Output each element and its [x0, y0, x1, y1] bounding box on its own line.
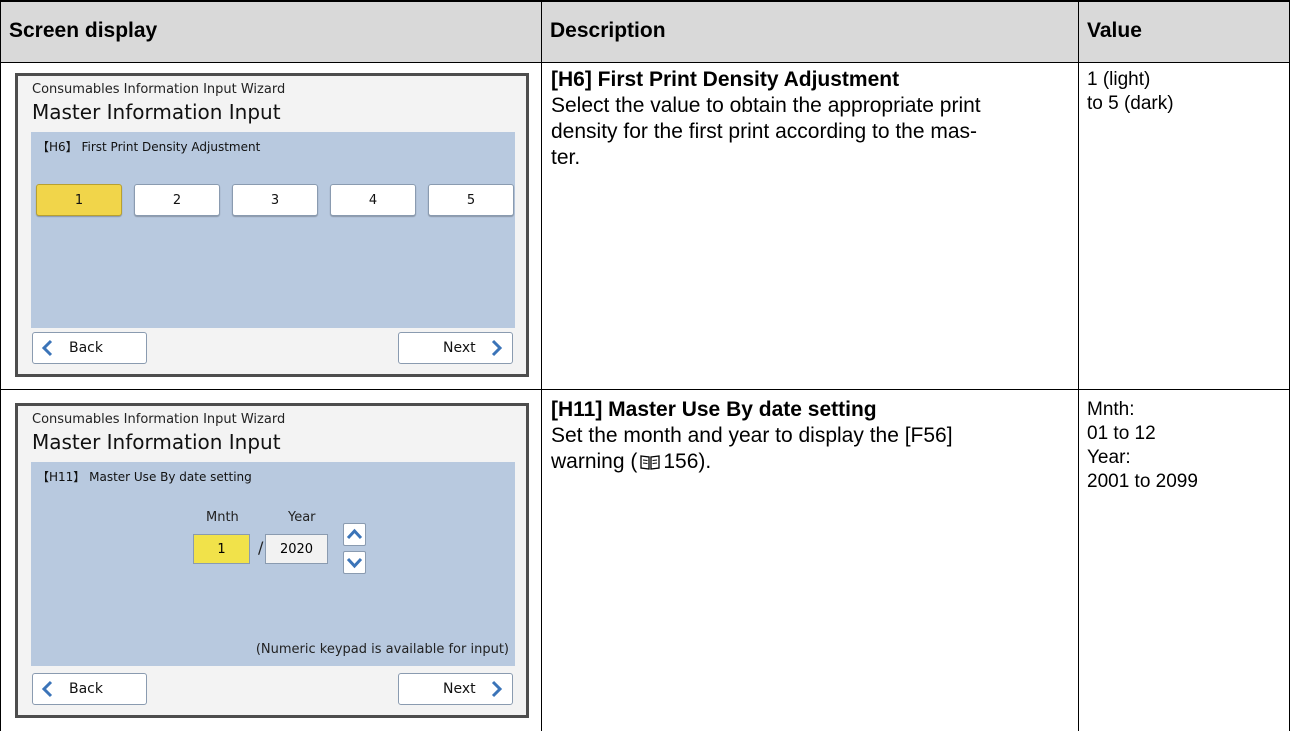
description-segment: 156). [663, 450, 712, 473]
density-option-3[interactable]: 3 [232, 184, 318, 216]
description-line-2: warning ( 156). [551, 449, 953, 475]
date-separator: / [258, 538, 264, 557]
chevron-left-icon [41, 339, 53, 357]
next-label: Next [443, 681, 476, 697]
col-divider [541, 0, 542, 731]
description-title: [H6] First Print Density Adjustment [551, 68, 900, 91]
wizard-label: Consumables Information Input Wizard [32, 412, 286, 427]
description-body: Set the month and year to display the [F… [551, 423, 953, 475]
description-line: Select the value to obtain the appropria… [551, 94, 981, 117]
col-divider [0, 0, 1, 731]
col-divider [1078, 0, 1079, 731]
keypad-note: (Numeric keypad is available for input) [255, 642, 509, 657]
settings-table: Screen display Description Value Consuma… [0, 0, 1290, 731]
density-option-4[interactable]: 4 [330, 184, 416, 216]
chevron-up-icon [346, 528, 363, 540]
density-option-1[interactable]: 1 [36, 184, 122, 216]
increment-button[interactable] [343, 523, 366, 546]
description-body: Select the value to obtain the appropria… [551, 93, 981, 171]
chevron-down-icon [346, 557, 363, 569]
header-value: Value [1087, 19, 1142, 42]
setting-label: 【H6】 First Print Density Adjustment [37, 140, 261, 154]
value-range: Mnth: 01 to 12 Year: 2001 to 2099 [1087, 399, 1198, 492]
screen-h11: Consumables Information Input Wizard Mas… [15, 403, 529, 718]
book-reference-icon [640, 455, 661, 470]
density-option-5[interactable]: 5 [428, 184, 514, 216]
screen-title: Master Information Input [32, 430, 281, 454]
header-screen-display: Screen display [9, 19, 158, 42]
next-label: Next [443, 340, 476, 356]
back-button[interactable]: Back [32, 332, 147, 364]
decrement-button[interactable] [343, 551, 366, 574]
header-description: Description [550, 19, 666, 42]
settings-panel: 【H6】 First Print Density Adjustment 1 2 … [31, 132, 515, 328]
screen-h6: Consumables Information Input Wizard Mas… [15, 73, 529, 377]
description-line: Set the month and year to display the [F… [551, 424, 953, 447]
next-button[interactable]: Next [398, 673, 513, 705]
back-button[interactable]: Back [32, 673, 147, 705]
settings-panel: 【H11】 Master Use By date setting Mnth Ye… [31, 462, 515, 666]
back-label: Back [69, 681, 103, 697]
description-line: density for the first print according to… [551, 120, 978, 143]
chevron-right-icon [491, 339, 503, 357]
year-label: Year [288, 510, 316, 525]
row-divider [0, 389, 1290, 390]
value-range: 1 (light) to 5 (dark) [1087, 69, 1174, 114]
month-label: Mnth [206, 510, 239, 525]
chevron-left-icon [41, 680, 53, 698]
density-option-2[interactable]: 2 [134, 184, 220, 216]
year-field[interactable]: 2020 [265, 534, 328, 564]
next-button[interactable]: Next [398, 332, 513, 364]
chevron-right-icon [491, 680, 503, 698]
wizard-label: Consumables Information Input Wizard [32, 82, 286, 97]
setting-label: 【H11】 Master Use By date setting [37, 470, 252, 484]
month-field[interactable]: 1 [193, 534, 250, 564]
screen-title: Master Information Input [32, 100, 281, 124]
description-line: ter. [551, 146, 581, 169]
back-label: Back [69, 340, 103, 356]
table-header: Screen display Description Value [0, 0, 1290, 63]
description-title: [H11] Master Use By date setting [551, 398, 877, 421]
description-segment: warning ( [551, 450, 638, 473]
